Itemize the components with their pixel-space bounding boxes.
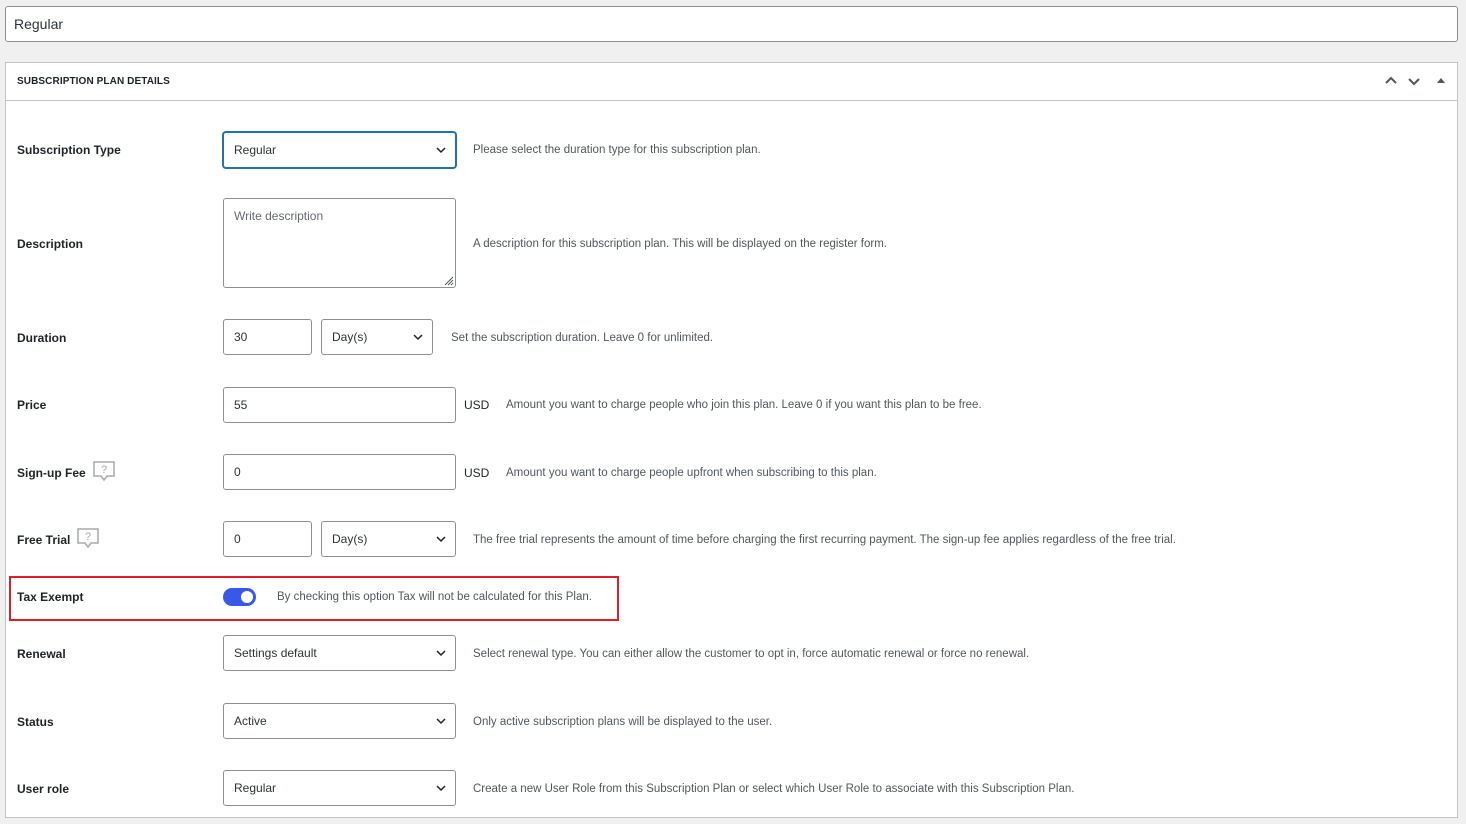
- duration-value: 30: [234, 330, 248, 344]
- renewal-help: Select renewal type. You can either allo…: [473, 648, 1030, 660]
- chevron-down-icon: [436, 147, 446, 154]
- status-select[interactable]: Active: [223, 703, 456, 739]
- duration-unit-value: Day(s): [332, 330, 368, 344]
- free-trial-unit-value: Day(s): [332, 532, 368, 546]
- help-tooltip-icon[interactable]: ?: [92, 460, 116, 482]
- subscription-type-value: Regular: [234, 143, 277, 157]
- duration-label: Duration: [17, 331, 67, 345]
- tax-exempt-help: By checking this option Tax will not be …: [277, 591, 592, 603]
- subscription-type-select[interactable]: Regular: [223, 132, 456, 168]
- duration-help: Set the subscription duration. Leave 0 f…: [451, 332, 714, 344]
- free-trial-help: The free trial represents the amount of …: [473, 534, 1176, 546]
- subscription-plan-details-box: SUBSCRIPTION PLAN DETAILS Subscription T…: [5, 62, 1458, 818]
- renewal-value: Settings default: [234, 646, 317, 660]
- price-help: Amount you want to charge people who joi…: [506, 399, 982, 411]
- box-header: SUBSCRIPTION PLAN DETAILS: [6, 63, 1457, 101]
- user-role-help: Create a new User Role from this Subscri…: [473, 783, 1075, 795]
- free-trial-input[interactable]: 0: [223, 521, 312, 557]
- description-help: A description for this subscription plan…: [473, 238, 887, 250]
- plan-title-input[interactable]: Regular: [5, 6, 1458, 42]
- tax-exempt-toggle[interactable]: [223, 588, 256, 606]
- user-role-select[interactable]: Regular: [223, 770, 456, 806]
- free-trial-label: Free Trial: [17, 533, 71, 547]
- chevron-down-icon: [436, 650, 446, 657]
- status-help: Only active subscription plans will be d…: [473, 716, 773, 728]
- signup-fee-value: 0: [234, 465, 241, 479]
- description-textarea[interactable]: Write description: [223, 198, 456, 288]
- collapse-triangle-icon[interactable]: [1432, 72, 1450, 90]
- subscription-type-label: Subscription Type: [17, 143, 121, 157]
- free-trial-value: 0: [234, 532, 241, 546]
- price-input[interactable]: 55: [223, 387, 456, 423]
- signup-fee-help: Amount you want to charge people upfront…: [506, 467, 877, 479]
- signup-fee-label: Sign-up Fee: [17, 466, 86, 480]
- chevron-down-icon: [436, 718, 446, 725]
- toggle-knob: [241, 591, 253, 603]
- chevron-down-icon: [436, 536, 446, 543]
- duration-input[interactable]: 30: [223, 319, 312, 355]
- free-trial-unit-select[interactable]: Day(s): [321, 521, 456, 557]
- price-label: Price: [17, 398, 47, 412]
- chevron-up-icon[interactable]: [1382, 72, 1400, 90]
- duration-unit-select[interactable]: Day(s): [321, 319, 433, 355]
- resize-grip-icon[interactable]: [442, 274, 454, 286]
- box-title: SUBSCRIPTION PLAN DETAILS: [17, 76, 170, 87]
- description-label: Description: [17, 237, 84, 251]
- help-tooltip-icon[interactable]: ?: [76, 527, 100, 549]
- user-role-label: User role: [17, 782, 70, 796]
- signup-fee-currency: USD: [464, 466, 490, 480]
- chevron-down-icon: [436, 785, 446, 792]
- price-value: 55: [234, 398, 248, 412]
- price-currency: USD: [464, 398, 490, 412]
- renewal-select[interactable]: Settings default: [223, 635, 456, 671]
- status-label: Status: [17, 715, 54, 729]
- user-role-value: Regular: [234, 781, 277, 795]
- description-placeholder: Write description: [234, 209, 324, 223]
- renewal-label: Renewal: [17, 647, 66, 661]
- signup-fee-input[interactable]: 0: [223, 454, 456, 490]
- subscription-type-help: Please select the duration type for this…: [473, 144, 761, 156]
- tax-exempt-label: Tax Exempt: [17, 590, 84, 604]
- chevron-down-icon: [413, 334, 423, 341]
- status-value: Active: [234, 714, 267, 728]
- svg-text:?: ?: [85, 531, 91, 543]
- chevron-down-icon[interactable]: [1405, 72, 1423, 90]
- svg-text:?: ?: [101, 464, 107, 476]
